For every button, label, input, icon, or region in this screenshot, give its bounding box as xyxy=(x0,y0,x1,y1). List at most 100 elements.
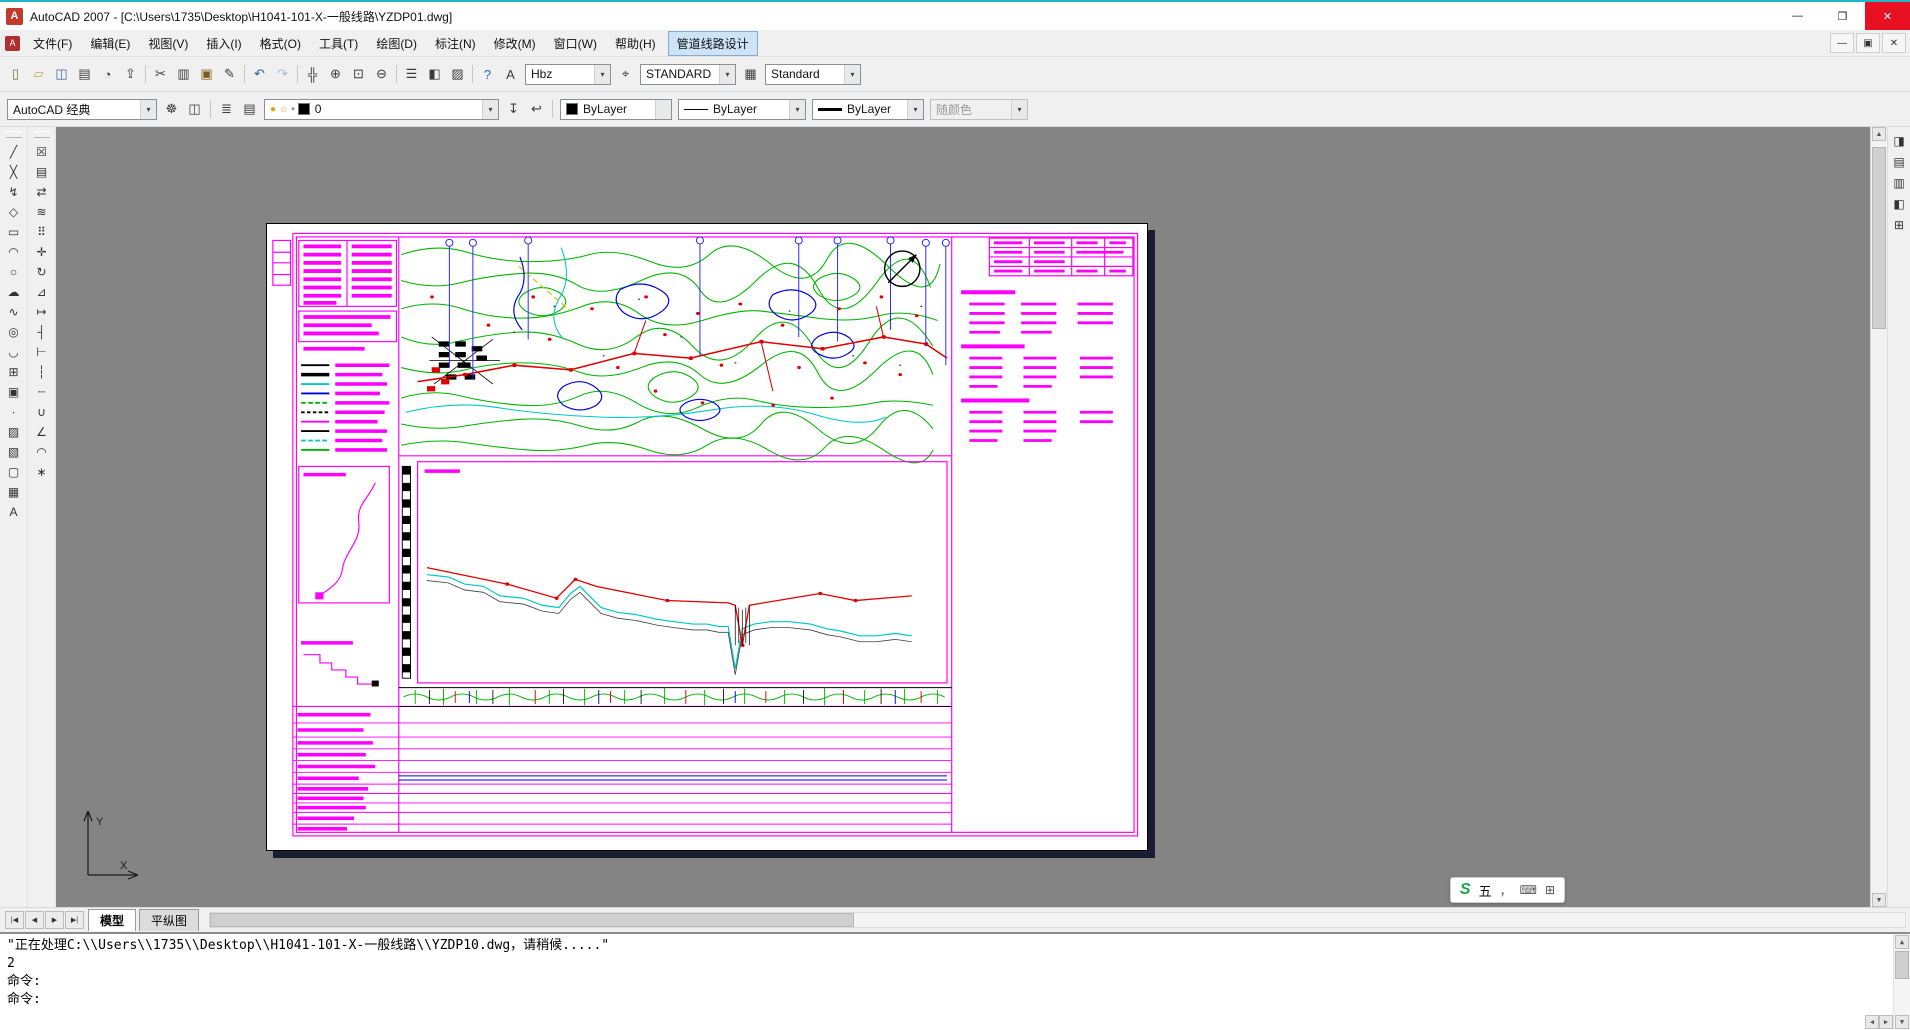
break-at-point-icon[interactable]: ┆ xyxy=(31,362,53,382)
dim-style-select[interactable]: STANDARD ▾ xyxy=(640,64,736,85)
polygon-icon[interactable]: ◇ xyxy=(3,202,25,222)
close-button[interactable]: ✕ xyxy=(1865,2,1910,30)
text-style-select[interactable]: Hbz ▾ xyxy=(525,64,611,85)
linetype-select[interactable]: ByLayer ▾ xyxy=(678,99,806,120)
qnew-icon[interactable]: ▯ xyxy=(4,63,27,86)
pan-icon[interactable]: ╬ xyxy=(301,63,324,86)
drawing-canvas[interactable]: Y X xyxy=(56,127,1870,907)
zoom-window-icon[interactable]: ⊡ xyxy=(347,63,370,86)
join-icon[interactable]: ∪ xyxy=(31,402,53,422)
last-tab-button[interactable]: ▶| xyxy=(65,911,84,929)
make-block-icon[interactable]: ▣ xyxy=(3,382,25,402)
table-style-manager-icon[interactable]: ▦ xyxy=(739,63,762,86)
chevron-down-icon[interactable]: ▾ xyxy=(140,100,156,119)
dim-style-manager-icon[interactable]: ⌖ xyxy=(614,63,637,86)
toolbar-grip[interactable] xyxy=(34,131,50,138)
rectangle-icon[interactable]: ▭ xyxy=(3,222,25,242)
table-icon[interactable]: ▦ xyxy=(3,482,25,502)
layer-select[interactable]: ● ☼ ▪ 0 ▾ xyxy=(264,99,499,120)
ellipse-arc-icon[interactable]: ◡ xyxy=(3,342,25,362)
horizontal-scrollbar[interactable] xyxy=(209,912,1906,928)
menu-window[interactable]: 窗口(W) xyxy=(545,31,606,56)
ime-punctuation-icon[interactable]: ， xyxy=(1500,882,1512,899)
paste-icon[interactable]: ▣ xyxy=(195,63,218,86)
ime-mode-label[interactable]: 五 xyxy=(1479,881,1492,900)
scrollbar-track[interactable] xyxy=(1895,949,1909,1015)
ellipse-icon[interactable]: ◎ xyxy=(3,322,25,342)
scroll-up-icon[interactable]: ▲ xyxy=(1872,127,1886,141)
next-tab-button[interactable]: ▶ xyxy=(45,911,64,929)
line-tool-icon[interactable]: ╱ xyxy=(3,142,25,162)
workspace-select[interactable]: AutoCAD 经典 ▾ xyxy=(7,99,157,120)
explode-icon[interactable]: ∗ xyxy=(31,462,53,482)
mdi-close-button[interactable]: ✕ xyxy=(1882,33,1906,53)
arc-icon[interactable]: ◠ xyxy=(3,242,25,262)
menu-edit[interactable]: 编辑(E) xyxy=(81,31,139,56)
prev-tab-button[interactable]: ◀ xyxy=(25,911,44,929)
chamfer-icon[interactable]: ∠ xyxy=(31,422,53,442)
construction-line-icon[interactable]: ╳ xyxy=(3,162,25,182)
break-icon[interactable]: ┄ xyxy=(31,382,53,402)
insert-block-icon[interactable]: ⊞ xyxy=(3,362,25,382)
canvas-vertical-scrollbar[interactable]: ▲ ▼ xyxy=(1870,127,1887,907)
copy-clip-icon[interactable]: ▥ xyxy=(172,63,195,86)
menu-view[interactable]: 视图(V) xyxy=(139,31,197,56)
menu-insert[interactable]: 插入(I) xyxy=(197,31,250,56)
command-scrollbar[interactable]: ▲ ▼ xyxy=(1893,934,1910,1030)
title-bar[interactable]: A AutoCAD 2007 - [C:\Users\1735\Desktop\… xyxy=(0,2,1910,30)
text-style-manager-icon[interactable]: A xyxy=(499,63,522,86)
redo-icon[interactable]: ↷ xyxy=(271,63,294,86)
mdi-restore-button[interactable]: ▣ xyxy=(1856,33,1880,53)
save-workspace-icon[interactable]: ◫ xyxy=(183,98,206,121)
revision-cloud-icon[interactable]: ☁ xyxy=(3,282,25,302)
region-icon[interactable]: ▢ xyxy=(3,462,25,482)
scroll-up-icon[interactable]: ▲ xyxy=(1895,935,1909,949)
undo-icon[interactable]: ↶ xyxy=(248,63,271,86)
toolbar-grip[interactable] xyxy=(6,131,22,138)
gradient-icon[interactable]: ▧ xyxy=(3,442,25,462)
menu-draw[interactable]: 绘图(D) xyxy=(367,31,426,56)
scale-icon[interactable]: ⊿ xyxy=(31,282,53,302)
plot-icon[interactable]: ▤ xyxy=(73,63,96,86)
scroll-down-icon[interactable]: ▼ xyxy=(1895,1015,1909,1029)
help-icon[interactable]: ? xyxy=(476,63,499,86)
circle-icon[interactable]: ○ xyxy=(3,262,25,282)
chevron-down-icon[interactable]: ▾ xyxy=(789,100,805,119)
first-tab-button[interactable]: |◀ xyxy=(5,911,24,929)
chevron-down-icon[interactable]: ▾ xyxy=(594,65,610,84)
extend-icon[interactable]: ⊢ xyxy=(31,342,53,362)
stretch-icon[interactable]: ↦ xyxy=(31,302,53,322)
chevron-down-icon[interactable]: ▾ xyxy=(844,65,860,84)
rotate-icon[interactable]: ↻ xyxy=(31,262,53,282)
docked-icon-5[interactable]: ⊞ xyxy=(1888,216,1910,234)
cut-icon[interactable]: ✂ xyxy=(149,63,172,86)
offset-icon[interactable]: ≋ xyxy=(31,202,53,222)
chevron-down-icon[interactable]: ▾ xyxy=(719,65,735,84)
scrollbar-thumb[interactable] xyxy=(1895,951,1909,979)
lineweight-select[interactable]: ByLayer ▾ xyxy=(812,99,924,120)
menu-pipeline-design[interactable]: 管道线路设计 xyxy=(668,31,758,56)
workspace-settings-icon[interactable]: ☸ xyxy=(160,98,183,121)
menu-help[interactable]: 帮助(H) xyxy=(606,31,665,56)
array-icon[interactable]: ⠿ xyxy=(31,222,53,242)
fillet-icon[interactable]: ◠ xyxy=(31,442,53,462)
tool-palettes-icon[interactable]: ▨ xyxy=(446,63,469,86)
mtext-icon[interactable]: A xyxy=(3,502,25,522)
erase-icon[interactable]: ☒ xyxy=(31,142,53,162)
color-select[interactable]: ByLayer xyxy=(560,99,672,120)
docked-icon-1[interactable]: ◨ xyxy=(1888,132,1910,150)
plot-preview-icon[interactable]: ◔ xyxy=(96,63,119,86)
minimize-button[interactable]: — xyxy=(1775,2,1820,30)
hatch-icon[interactable]: ▨ xyxy=(3,422,25,442)
drawing-file-icon[interactable]: A xyxy=(5,36,20,51)
menu-tools[interactable]: 工具(T) xyxy=(310,31,367,56)
match-properties-icon[interactable]: ✎ xyxy=(218,63,241,86)
mdi-minimize-button[interactable]: — xyxy=(1830,33,1854,53)
tab-pingzongtu[interactable]: 平纵图 xyxy=(139,909,199,931)
scroll-down-icon[interactable]: ▼ xyxy=(1872,893,1886,907)
mirror-icon[interactable]: ⇄ xyxy=(31,182,53,202)
make-object-layer-current-icon[interactable]: ↧ xyxy=(502,98,525,121)
designcenter-icon[interactable]: ◧ xyxy=(423,63,446,86)
zoom-previous-icon[interactable]: ⊖ xyxy=(370,63,393,86)
properties-icon[interactable]: ☰ xyxy=(400,63,423,86)
